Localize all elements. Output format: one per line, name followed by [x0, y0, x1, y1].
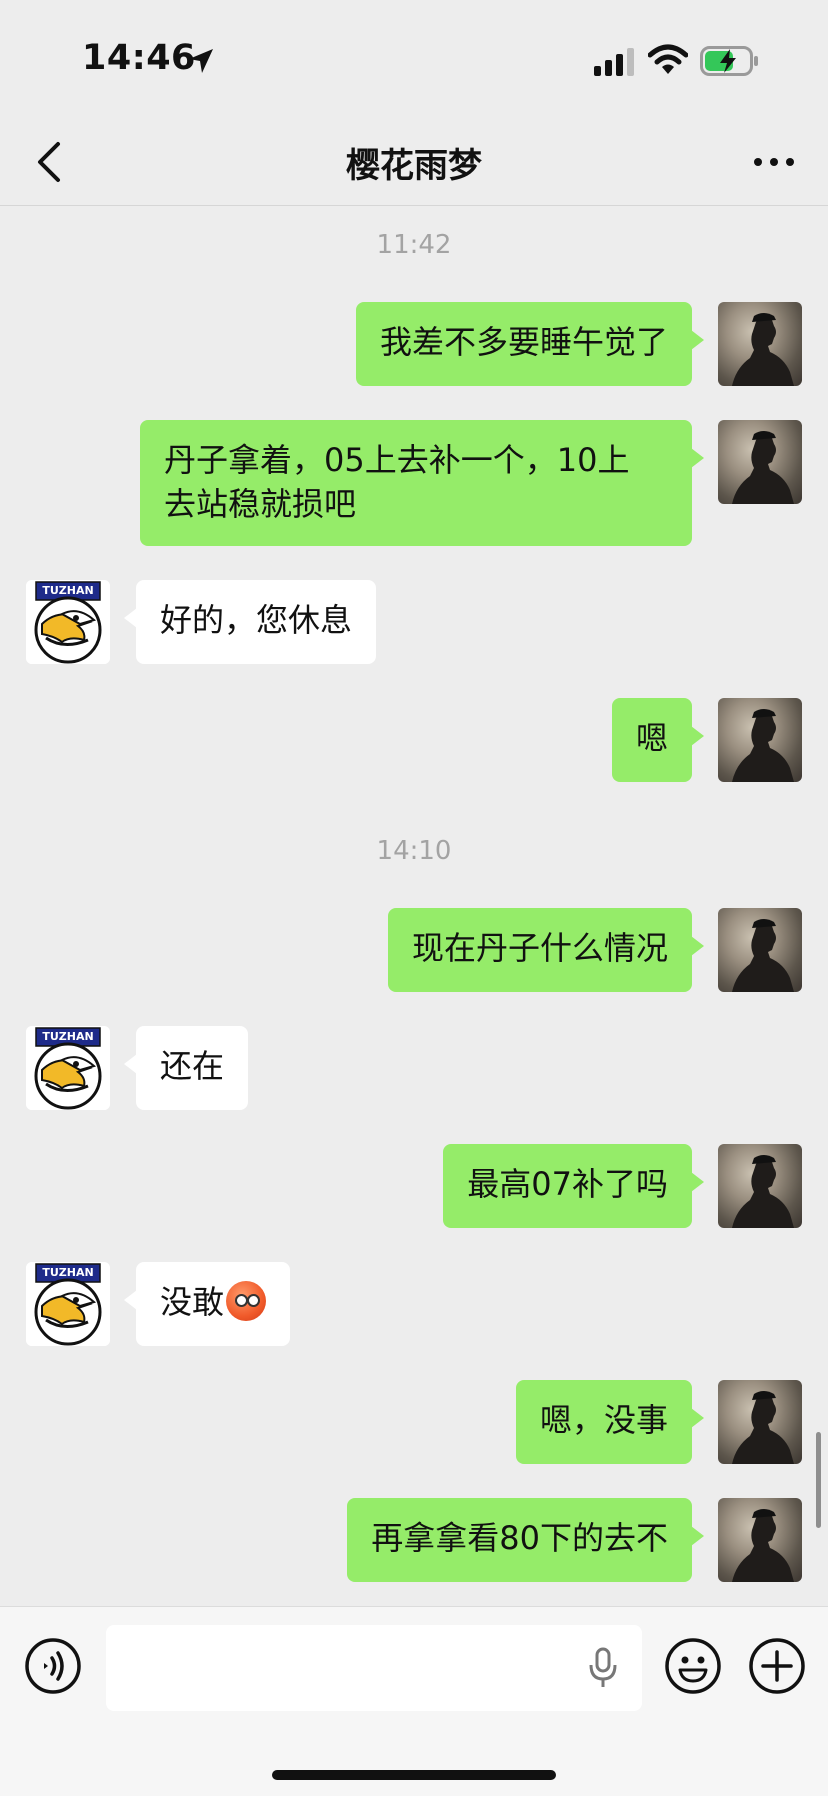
cellular-signal-icon	[594, 48, 634, 76]
outgoing-message[interactable]: 现在丹子什么情况	[387, 908, 705, 992]
my-avatar[interactable]	[718, 1380, 802, 1464]
outgoing-message[interactable]: 嗯	[611, 698, 705, 782]
wifi-icon	[648, 44, 688, 74]
message-input[interactable]	[106, 1625, 642, 1711]
scroll-indicator[interactable]	[816, 1432, 821, 1528]
my-avatar[interactable]	[718, 698, 802, 782]
battery-charging-icon	[700, 46, 758, 76]
outgoing-message[interactable]: 我差不多要睡午觉了	[355, 302, 705, 386]
my-avatar[interactable]	[718, 1498, 802, 1582]
incoming-message[interactable]: 还在	[123, 1026, 249, 1110]
incoming-message[interactable]: 好的，您休息	[123, 580, 377, 664]
location-arrow-icon	[189, 49, 213, 73]
contact-avatar[interactable]: TUZHAN	[26, 580, 110, 664]
avatar-logo-text: TUZHAN	[42, 584, 94, 597]
more-actions-plus-icon[interactable]	[748, 1637, 806, 1695]
chat-title: 樱花雨梦	[346, 146, 482, 186]
outgoing-message[interactable]: 再拿拿看80下的去不	[347, 1498, 704, 1582]
microphone-icon[interactable]	[586, 1647, 620, 1689]
status-time: 14:46	[82, 38, 196, 78]
outgoing-message[interactable]: 最高07补了吗	[443, 1144, 704, 1228]
my-avatar[interactable]	[718, 302, 802, 386]
message-timestamp: 11:42	[376, 230, 452, 260]
outgoing-message[interactable]: 丹子拿着，05上去补一个，10上 去站稳就损吧	[140, 420, 704, 546]
my-avatar[interactable]	[718, 908, 802, 992]
message-text: 没敢	[160, 1283, 225, 1321]
emoji-picker-icon[interactable]	[664, 1637, 722, 1695]
chat-header: 樱花雨梦	[0, 118, 828, 206]
incoming-message[interactable]: 没敢	[123, 1262, 291, 1346]
message-line: 丹子拿着，05上去补一个，10上	[164, 441, 630, 479]
voice-input-icon[interactable]	[24, 1637, 82, 1695]
avatar-logo-text: TUZHAN	[42, 1266, 94, 1279]
status-bar: 14:46	[0, 0, 828, 118]
message-timestamp: 14:10	[376, 836, 452, 866]
avatar-logo-text: TUZHAN	[42, 1030, 94, 1043]
input-bar	[0, 1606, 828, 1796]
contact-avatar[interactable]: TUZHAN	[26, 1262, 110, 1346]
more-options-icon[interactable]	[752, 148, 796, 176]
my-avatar[interactable]	[718, 1144, 802, 1228]
home-indicator[interactable]	[272, 1770, 556, 1780]
cold-sweat-face-icon	[226, 1281, 267, 1321]
my-avatar[interactable]	[718, 420, 802, 504]
outgoing-message[interactable]: 嗯，没事	[515, 1380, 705, 1464]
contact-avatar[interactable]: TUZHAN	[26, 1026, 110, 1110]
message-line: 去站稳就损吧	[164, 485, 357, 523]
